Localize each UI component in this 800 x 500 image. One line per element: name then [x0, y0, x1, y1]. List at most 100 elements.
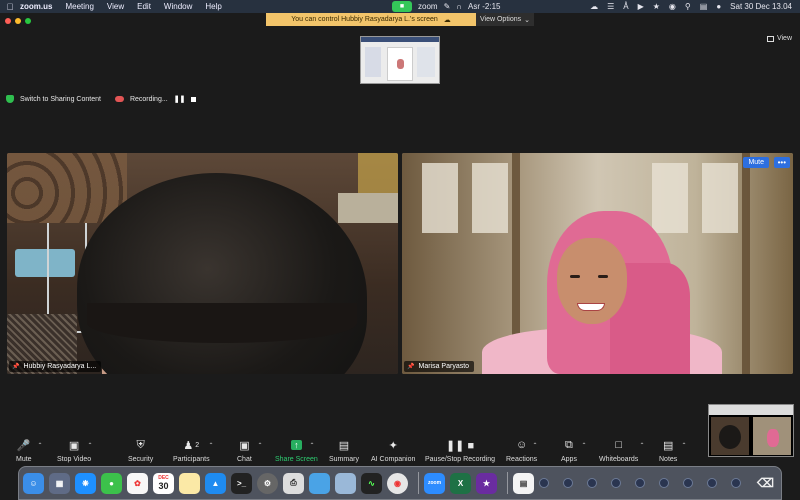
control-center-icon[interactable]: ▤: [700, 2, 708, 11]
mute-participant-button[interactable]: Mute: [743, 157, 769, 168]
menu-meeting[interactable]: Meeting: [65, 2, 93, 11]
view-options-button[interactable]: View Options ⌄: [476, 13, 534, 26]
more-options-button[interactable]: •••: [773, 157, 790, 168]
mosque-icon[interactable]: ∩: [456, 2, 462, 11]
view-label: View: [776, 35, 792, 42]
stop-recording-icon[interactable]: [191, 96, 197, 102]
launchpad-icon[interactable]: ▦: [49, 472, 70, 494]
grid-icon: [766, 35, 774, 42]
shared-screen-thumbnail[interactable]: [360, 36, 440, 84]
zoom-status-label[interactable]: zoom: [418, 2, 438, 11]
menu-icon[interactable]: ☰: [607, 2, 614, 11]
printer-icon[interactable]: ⎙: [283, 472, 304, 494]
menu-app-name[interactable]: zoom.us: [20, 2, 52, 11]
pause-stop-recording-button[interactable]: ❚❚ ■ Pause/Stop Recording: [425, 438, 495, 464]
chevron-up-icon: ⌃: [87, 443, 93, 449]
minimize-button[interactable]: [15, 18, 21, 24]
notes-app-icon[interactable]: [179, 472, 200, 494]
folder-icon[interactable]: [309, 472, 330, 494]
minimized-window-icon[interactable]: [731, 478, 741, 488]
messages-icon[interactable]: ●: [101, 472, 122, 494]
siri-icon[interactable]: ●: [716, 2, 721, 11]
self-view-tile-right: [753, 417, 791, 455]
ai-companion-label: AI Companion: [371, 456, 416, 463]
video-tile-marisa[interactable]: Mute ••• 📌 Marisa Paryasto: [402, 153, 793, 374]
menu-window[interactable]: Window: [164, 2, 192, 11]
minimized-window-icon[interactable]: [587, 478, 597, 488]
bluetooth-icon[interactable]: Å: [623, 2, 628, 11]
stop-video-label: Stop Video: [57, 456, 92, 463]
notes-button[interactable]: ▤ Notes: [659, 438, 677, 464]
safari-icon[interactable]: ❋: [75, 472, 96, 494]
activity-monitor-icon[interactable]: ∿: [361, 472, 382, 494]
downloads-stack-icon[interactable]: [539, 478, 549, 488]
chevron-up-icon: ⌃: [581, 443, 587, 449]
mute-label: Mute: [16, 456, 32, 463]
ai-companion-button[interactable]: ✦ AI Companion: [371, 438, 416, 464]
minimized-window-icon[interactable]: [635, 478, 645, 488]
minimized-window-icon[interactable]: [659, 478, 669, 488]
finder-icon[interactable]: ☺: [23, 472, 44, 494]
trash-icon[interactable]: ⌫: [755, 473, 776, 494]
menu-view[interactable]: View: [107, 2, 124, 11]
pin-icon: 📌: [12, 364, 20, 370]
window-app-icon[interactable]: [335, 472, 356, 494]
video-tile-hubbiy[interactable]: 📌 Hubbiy Rasyadarya L...: [7, 153, 398, 374]
summary-button[interactable]: ▤ Summary: [329, 438, 359, 464]
participants-button[interactable]: ♟ 2 Participants: [173, 438, 210, 464]
apps-button[interactable]: ⧉ Apps: [561, 438, 577, 464]
self-view-thumbnail[interactable]: [708, 404, 794, 457]
calendar-day: 30: [158, 481, 169, 491]
zoom-app-icon[interactable]: zoom: [424, 472, 445, 494]
imovie-icon[interactable]: ★: [476, 472, 497, 494]
star-icon[interactable]: ★: [653, 2, 660, 11]
photos-icon[interactable]: ✿: [127, 472, 148, 494]
participant-smile: [577, 303, 605, 311]
name-tag-left: 📌 Hubbiy Rasyadarya L...: [9, 361, 102, 372]
minimized-window-icon[interactable]: [707, 478, 717, 488]
window-controls: [5, 18, 31, 24]
whiteboards-button[interactable]: □ Whiteboards: [599, 438, 638, 463]
fullscreen-button[interactable]: [25, 18, 31, 24]
security-button[interactable]: ⛨ Security: [128, 438, 153, 464]
chevron-up-icon: ⌃: [257, 443, 263, 449]
terminal-icon[interactable]: >_: [231, 472, 252, 494]
app-store-icon[interactable]: ▲: [205, 472, 226, 494]
pause-recording-icon[interactable]: ❚❚: [174, 95, 186, 103]
dock-separator: [507, 472, 508, 494]
stop-video-button[interactable]: ▣ Stop Video: [57, 438, 92, 464]
minimized-window-icon[interactable]: [683, 478, 693, 488]
system-settings-icon[interactable]: ⚙: [257, 472, 278, 494]
remote-control-banner: You can control Hubbiy Rasyadarya L.'s s…: [266, 13, 534, 26]
search-icon[interactable]: ⚲: [685, 2, 691, 11]
recording-icon: [114, 96, 124, 102]
chat-button[interactable]: ▣ Chat: [237, 438, 252, 464]
pen-icon[interactable]: ✎: [444, 2, 451, 11]
menu-help[interactable]: Help: [205, 2, 221, 11]
minimized-window-icon[interactable]: [611, 478, 621, 488]
wifi-icon[interactable]: ◉: [669, 2, 676, 11]
chevron-up-icon: ⌃: [208, 443, 214, 449]
document-icon[interactable]: ▤: [513, 472, 534, 494]
mute-button[interactable]: 🎤 Mute: [16, 438, 32, 464]
remote-control-message[interactable]: You can control Hubbiy Rasyadarya L.'s s…: [266, 13, 476, 26]
cloud-icon[interactable]: ☁: [590, 2, 598, 11]
zoom-window: View Switch to Sharing Content Recording…: [0, 13, 800, 500]
chrome-icon[interactable]: ◉: [387, 472, 408, 494]
view-button[interactable]: View: [766, 35, 792, 42]
menu-edit[interactable]: Edit: [137, 2, 151, 11]
prayer-time-label[interactable]: Asr -2:15: [468, 2, 500, 11]
minimized-window-icon[interactable]: [563, 478, 573, 488]
reactions-label: Reactions: [506, 456, 538, 463]
excel-icon[interactable]: X: [450, 472, 471, 494]
apple-icon[interactable]: : [0, 2, 20, 12]
play-icon[interactable]: ▶: [638, 2, 644, 11]
calendar-icon[interactable]: DEC 30: [153, 472, 174, 494]
self-view-tile-left: [711, 417, 749, 455]
close-button[interactable]: [5, 18, 11, 24]
chevron-up-icon: ⌃: [309, 443, 315, 449]
camera-in-use-icon[interactable]: ■: [392, 1, 412, 12]
thumbnail-panel: [417, 47, 435, 77]
datetime-label[interactable]: Sat 30 Dec 13.04: [730, 2, 792, 11]
switch-to-sharing-content[interactable]: Switch to Sharing Content: [20, 96, 101, 103]
